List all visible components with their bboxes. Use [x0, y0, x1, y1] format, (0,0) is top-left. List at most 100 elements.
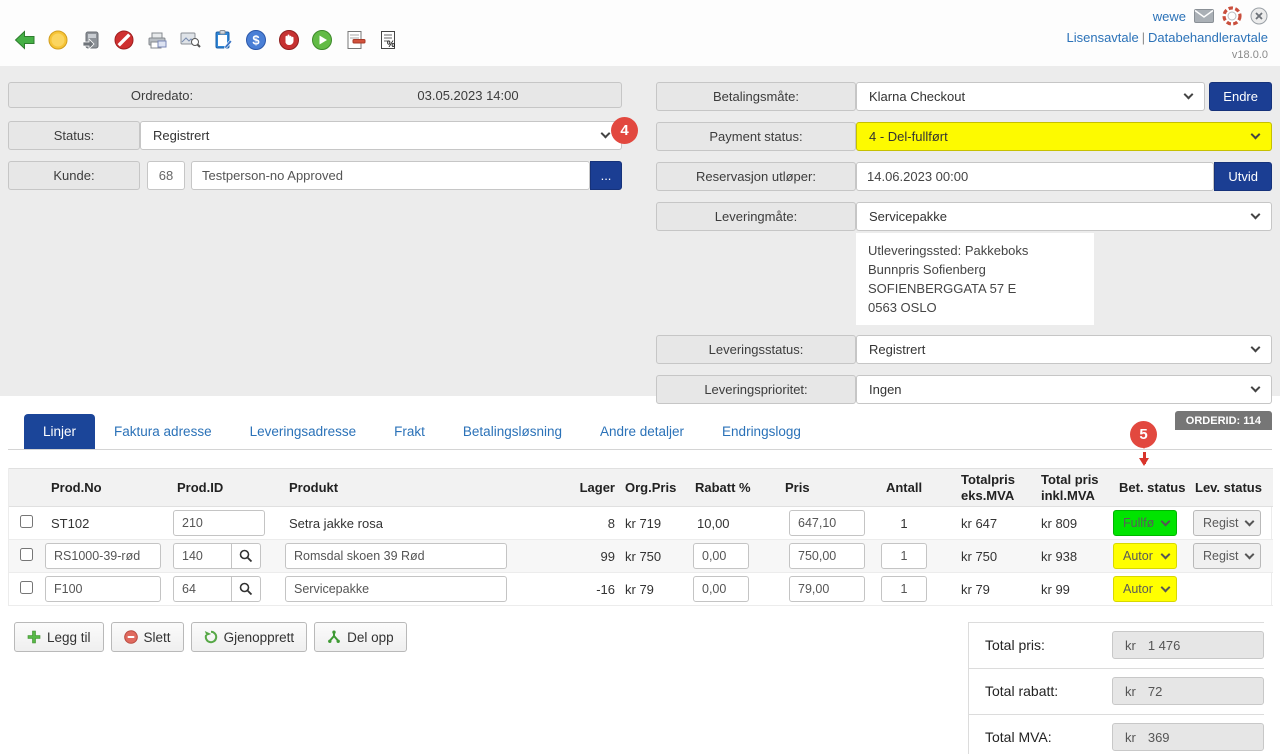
bet-status-select[interactable]: Fullfø — [1113, 510, 1177, 536]
mail-icon[interactable] — [1194, 9, 1214, 23]
cell-orgpris: kr 79 — [619, 573, 693, 606]
payment-status-select[interactable]: 4 - Del-fullført — [856, 122, 1272, 151]
stop-icon[interactable] — [278, 29, 300, 51]
utleveringssted-line: 0563 OSLO — [868, 298, 1082, 317]
block-icon[interactable] — [113, 29, 135, 51]
antall-field[interactable] — [881, 543, 927, 569]
gjenopprett-button[interactable]: Gjenopprett — [191, 622, 308, 652]
row-checkbox[interactable] — [20, 581, 33, 594]
kunde-browse-button[interactable]: ... — [590, 161, 622, 190]
leveringsprioritet-select[interactable]: Ingen — [856, 375, 1272, 404]
tab-frakt[interactable]: Frakt — [375, 414, 444, 449]
kunde-name-field[interactable] — [191, 161, 590, 190]
table-header-row: Prod.No Prod.ID Produkt Lager Org.Pris R… — [9, 469, 1273, 507]
tab-linjer[interactable]: Linjer — [24, 414, 95, 449]
lev-status-select[interactable]: Regist — [1193, 543, 1261, 569]
print-icon[interactable] — [146, 29, 168, 51]
produkt-field[interactable] — [285, 543, 507, 569]
prodid-field[interactable] — [173, 510, 265, 536]
search-icon[interactable] — [231, 543, 261, 569]
chevron-down-icon — [1184, 90, 1194, 100]
endre-button[interactable]: Endre — [1209, 82, 1272, 111]
chevron-down-icon — [601, 129, 611, 139]
utvid-button[interactable]: Utvid — [1214, 162, 1272, 191]
total-pris-row: Total pris: kr1 476 — [969, 622, 1264, 669]
ordredato-label: Ordredato: — [9, 88, 315, 103]
save-icon[interactable] — [80, 29, 102, 51]
reservasjon-field[interactable] — [856, 162, 1214, 191]
rabatt-field[interactable] — [693, 576, 749, 602]
col-produkt: Produkt — [281, 469, 563, 507]
del-opp-button[interactable]: Del opp — [314, 622, 407, 652]
close-icon[interactable] — [1250, 7, 1268, 25]
amount: 369 — [1148, 730, 1170, 745]
orderid-badge: ORDERID: 114 — [1175, 411, 1272, 430]
slett-button[interactable]: Slett — [111, 622, 184, 652]
help-icon[interactable] — [1222, 6, 1242, 26]
back-icon[interactable] — [14, 29, 36, 51]
bet-status-select[interactable]: Autor — [1113, 543, 1177, 569]
tab-faktura-adresse[interactable]: Faktura adresse — [95, 414, 231, 449]
legg-til-label: Legg til — [47, 630, 91, 645]
tab-betalingslosning[interactable]: Betalingsløsning — [444, 414, 581, 449]
col-bet-status: Bet. status — [1113, 469, 1193, 507]
amount: 72 — [1148, 684, 1162, 699]
line-row-1: ST102 Setra jakke rosa 8 kr 719 10,00 1 … — [9, 507, 1273, 540]
del-opp-label: Del opp — [347, 630, 394, 645]
col-lager: Lager — [563, 469, 619, 507]
payment-icon[interactable]: $ — [245, 29, 267, 51]
produkt-field[interactable] — [285, 576, 507, 602]
callout-marker-4: 4 — [611, 117, 638, 144]
cell-prodno: ST102 — [43, 507, 173, 540]
tab-andre-detaljer[interactable]: Andre detaljer — [581, 414, 703, 449]
leveringmate-select[interactable]: Servicepakke — [856, 202, 1272, 231]
credit-note-icon[interactable] — [344, 29, 366, 51]
col-lev-status: Lev. status — [1193, 469, 1273, 507]
legg-til-button[interactable]: Legg til — [14, 622, 104, 652]
lisensavtale-link[interactable]: Lisensavtale — [1066, 30, 1138, 45]
cell-lager: 8 — [563, 507, 619, 540]
status-select[interactable]: Registrert — [140, 121, 622, 150]
lines-footer: Legg til Slett Gjenopprett Del opp Total… — [8, 622, 1272, 754]
payment-status-label: Payment status: — [656, 122, 856, 151]
row-checkbox[interactable] — [20, 548, 33, 561]
prodno-field[interactable] — [45, 543, 161, 569]
pris-field[interactable] — [789, 576, 865, 602]
user-link[interactable]: wewe — [1153, 9, 1186, 24]
bet-status-select[interactable]: Autor — [1113, 576, 1177, 602]
betalingsmate-select[interactable]: Klarna Checkout — [856, 82, 1205, 111]
toolbar: $ % — [14, 29, 399, 51]
order-form-left: Ordredato: 03.05.2023 14:00 Status: Regi… — [8, 82, 622, 430]
coin-icon[interactable] — [47, 29, 69, 51]
pris-field[interactable] — [789, 510, 865, 536]
line-actions: Legg til Slett Gjenopprett Del opp — [8, 622, 407, 652]
pris-field[interactable] — [789, 543, 865, 569]
prodid-field[interactable] — [173, 576, 231, 602]
chevron-down-icon — [1251, 383, 1261, 393]
cell-orgpris: kr 719 — [619, 507, 693, 540]
start-icon[interactable] — [311, 29, 333, 51]
preview-icon[interactable] — [179, 29, 201, 51]
tab-leveringsadresse[interactable]: Leveringsadresse — [231, 414, 376, 449]
rabatt-field[interactable] — [693, 543, 749, 569]
prodid-field[interactable] — [173, 543, 231, 569]
tab-endringslogg[interactable]: Endringslogg — [703, 414, 820, 449]
row-checkbox[interactable] — [20, 515, 33, 528]
antall-field[interactable] — [881, 576, 927, 602]
lev-status-select[interactable]: Regist — [1193, 510, 1261, 536]
search-icon[interactable] — [231, 576, 261, 602]
cell-total-eks: kr 79 — [935, 573, 1021, 606]
leveringsprioritet-label: Leveringsprioritet: — [656, 375, 856, 404]
slett-label: Slett — [144, 630, 171, 645]
discount-doc-icon[interactable]: % — [377, 29, 399, 51]
databehandleravtale-link[interactable]: Databehandleravtale — [1148, 30, 1268, 45]
cell-orgpris: kr 750 — [619, 540, 693, 573]
plus-icon — [27, 630, 41, 644]
prodno-field[interactable] — [45, 576, 161, 602]
link-separator: | — [1142, 31, 1145, 45]
notes-icon[interactable] — [212, 29, 234, 51]
utleveringssted-line: SOFIENBERGGATA 57 E — [868, 279, 1082, 298]
leveringsstatus-select[interactable]: Registrert — [856, 335, 1272, 364]
bet-status-value: Autor — [1123, 549, 1153, 563]
kunde-id-field[interactable] — [147, 161, 185, 190]
